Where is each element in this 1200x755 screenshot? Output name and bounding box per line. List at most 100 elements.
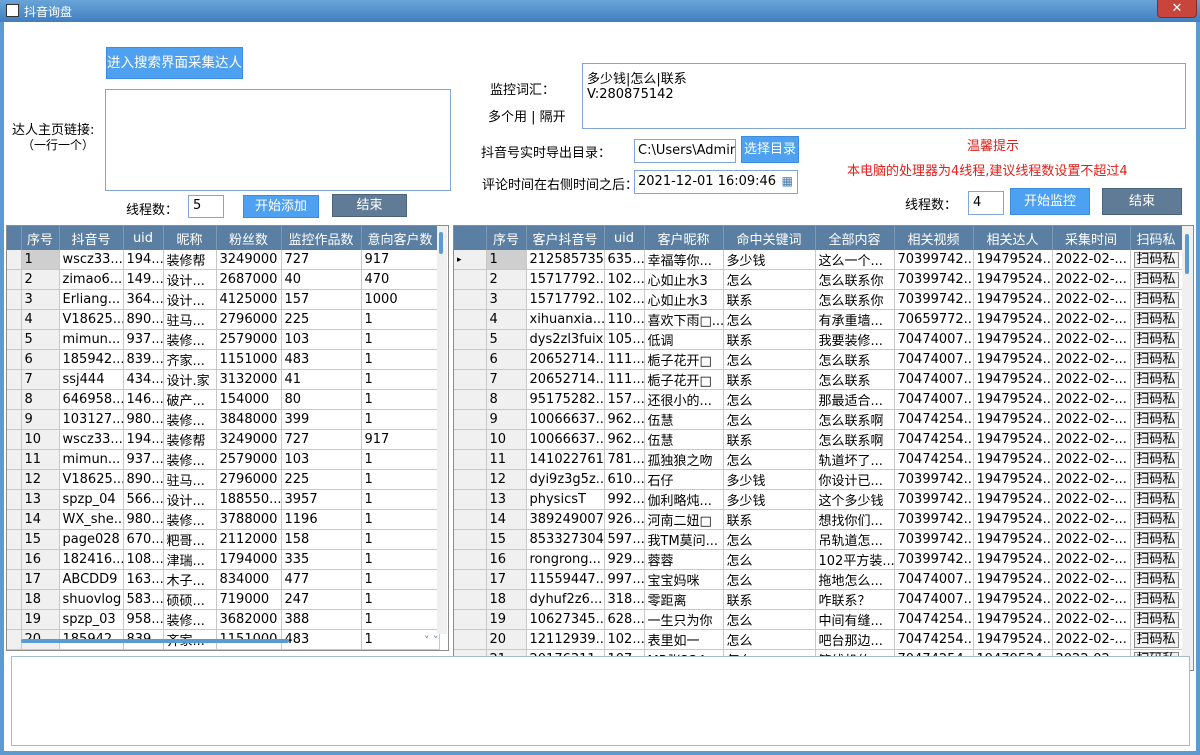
table-cell[interactable]: 5	[21, 329, 60, 350]
table-cell[interactable]: 10066637...	[526, 409, 605, 430]
row-header[interactable]	[7, 609, 22, 630]
row-header[interactable]	[7, 429, 22, 450]
table-row[interactable]: 11 141022761 781... 孤独狼之吻 怎么 轨道坏了... 70474254.…	[454, 449, 1183, 470]
table-cell[interactable]: 扫码私	[1130, 449, 1183, 470]
table-cell[interactable]: 装修...	[163, 449, 217, 470]
table-cell[interactable]: 1	[361, 509, 440, 530]
row-header[interactable]	[454, 429, 487, 450]
table-cell[interactable]: 扫码私	[1130, 629, 1183, 650]
row-header[interactable]	[454, 289, 487, 310]
row-header[interactable]	[454, 449, 487, 470]
start-monitor-button[interactable]: 开始监控	[1010, 188, 1090, 215]
table-cell[interactable]: 108...	[123, 549, 164, 570]
table-cell[interactable]: 联系	[723, 329, 816, 350]
table-cell[interactable]: 木子...	[163, 569, 217, 590]
table-cell[interactable]: V18625...	[59, 309, 124, 330]
table-cell[interactable]: 设计...	[163, 289, 217, 310]
scan-qr-button[interactable]: 扫码私	[1133, 371, 1179, 388]
table-cell[interactable]: dyi9z3g5z...	[526, 469, 605, 490]
scan-qr-button[interactable]: 扫码私	[1133, 511, 1179, 528]
table-cell[interactable]: mimun...	[59, 449, 124, 470]
table-cell[interactable]: 1	[361, 309, 440, 330]
table-cell[interactable]: 19	[486, 609, 527, 630]
table-cell[interactable]: 9	[21, 409, 60, 430]
table-cell[interactable]: 2022-02-...	[1052, 509, 1131, 530]
row-header[interactable]	[454, 549, 487, 570]
table-row[interactable]: 21dongzh...166...懂装修25250002021	[7, 649, 440, 650]
table-cell[interactable]: 16	[21, 549, 60, 570]
row-header[interactable]	[7, 649, 22, 650]
table-cell[interactable]: 929...	[604, 549, 645, 570]
table-cell[interactable]: 2022-02-...	[1052, 289, 1131, 310]
table-cell[interactable]: 19479524...	[973, 589, 1053, 610]
table-cell[interactable]: 146...	[123, 389, 164, 410]
table-cell[interactable]: 石仔	[644, 469, 724, 490]
row-header[interactable]	[7, 309, 22, 330]
table-cell[interactable]: 怎么	[723, 269, 816, 290]
table-cell[interactable]: 孤独狼之吻	[644, 449, 724, 470]
scan-qr-button[interactable]: 扫码私	[1133, 431, 1179, 448]
table-cell[interactable]: 6	[21, 349, 60, 370]
row-header[interactable]	[7, 569, 22, 590]
table-cell[interactable]: 111...	[604, 369, 645, 390]
table-cell[interactable]: 宝宝妈咪	[644, 569, 724, 590]
table-cell[interactable]: 890...	[123, 309, 164, 330]
table-cell[interactable]: 装修...	[163, 609, 217, 630]
table-cell[interactable]: 103	[281, 329, 362, 350]
table-cell[interactable]: 装修帮	[163, 429, 217, 450]
table-cell[interactable]: 怎么联系你	[815, 269, 895, 290]
table-cell[interactable]: 102...	[604, 289, 645, 310]
table-row[interactable]: 3 Erliang... 364... 设计... 4125000 157 1000	[7, 289, 440, 310]
row-header[interactable]	[454, 629, 487, 650]
table-cell[interactable]: 2022-02-...	[1052, 449, 1131, 470]
table-cell[interactable]: 拖地怎么...	[815, 569, 895, 590]
table-cell[interactable]: 834000	[216, 569, 282, 590]
table-cell[interactable]: 3249000	[216, 250, 282, 270]
table-cell[interactable]: 318...	[604, 589, 645, 610]
table-cell[interactable]: 247	[281, 589, 362, 610]
row-header[interactable]	[454, 329, 487, 350]
table-cell[interactable]: 扫码私	[1130, 289, 1183, 310]
table-cell[interactable]: 2022-02-...	[1052, 589, 1131, 610]
table-cell[interactable]: 1000	[361, 289, 440, 310]
table-cell[interactable]: 心如止水3	[644, 269, 724, 290]
table-cell[interactable]: 那最适合...	[815, 389, 895, 410]
table-cell[interactable]: 驻马...	[163, 309, 217, 330]
table-cell[interactable]: 津瑞...	[163, 549, 217, 570]
table-cell[interactable]: 188550...	[216, 489, 282, 510]
table-cell[interactable]: 想找你们...	[815, 509, 895, 530]
table-cell[interactable]: 4125000	[216, 289, 282, 310]
right-vscroll-thumb[interactable]	[1185, 234, 1189, 274]
table-cell[interactable]: 10066637...	[526, 429, 605, 450]
table-cell[interactable]: 1196	[281, 509, 362, 530]
table-cell[interactable]: 70399742...	[894, 509, 974, 530]
row-header[interactable]	[454, 509, 487, 530]
row-header[interactable]	[7, 369, 22, 390]
table-cell[interactable]: 997...	[604, 569, 645, 590]
scan-qr-button[interactable]: 扫码私	[1133, 611, 1179, 628]
table-cell[interactable]: 70399742...	[894, 469, 974, 490]
right-column-header[interactable]: 相关达人	[973, 226, 1053, 250]
right-column-header[interactable]: 全部内容	[815, 226, 895, 250]
table-cell[interactable]: 19479524...	[973, 549, 1053, 570]
scan-qr-button[interactable]: 扫码私	[1133, 351, 1179, 368]
table-cell[interactable]: 958...	[123, 609, 164, 630]
table-cell[interactable]: 怎么	[723, 309, 816, 330]
table-row[interactable]: 2 zimao6... 149... 设计... 2687000 40 470	[7, 269, 440, 290]
table-cell[interactable]: 917	[361, 429, 440, 450]
left-scroll-arrows[interactable]: ˅ ˅	[424, 634, 439, 647]
table-cell[interactable]: 2022-02-...	[1052, 489, 1131, 510]
table-row[interactable]: 20 12112939... 102... 表里如一 怎么 吧台那边... 70474254…	[454, 629, 1183, 650]
row-header[interactable]	[7, 389, 22, 410]
right-column-header[interactable]: 扫码私	[1130, 226, 1183, 250]
row-header[interactable]	[7, 289, 22, 310]
table-cell[interactable]: 781...	[604, 449, 645, 470]
table-cell[interactable]: 335	[281, 549, 362, 570]
right-column-header[interactable]: uid	[604, 226, 645, 250]
table-cell[interactable]: spzp_04	[59, 489, 124, 510]
table-cell[interactable]: 1151000	[216, 349, 282, 370]
table-cell[interactable]: 1	[361, 649, 440, 650]
table-cell[interactable]: 194...	[123, 429, 164, 450]
table-cell[interactable]: 齐家...	[163, 349, 217, 370]
table-cell[interactable]: 17	[21, 569, 60, 590]
